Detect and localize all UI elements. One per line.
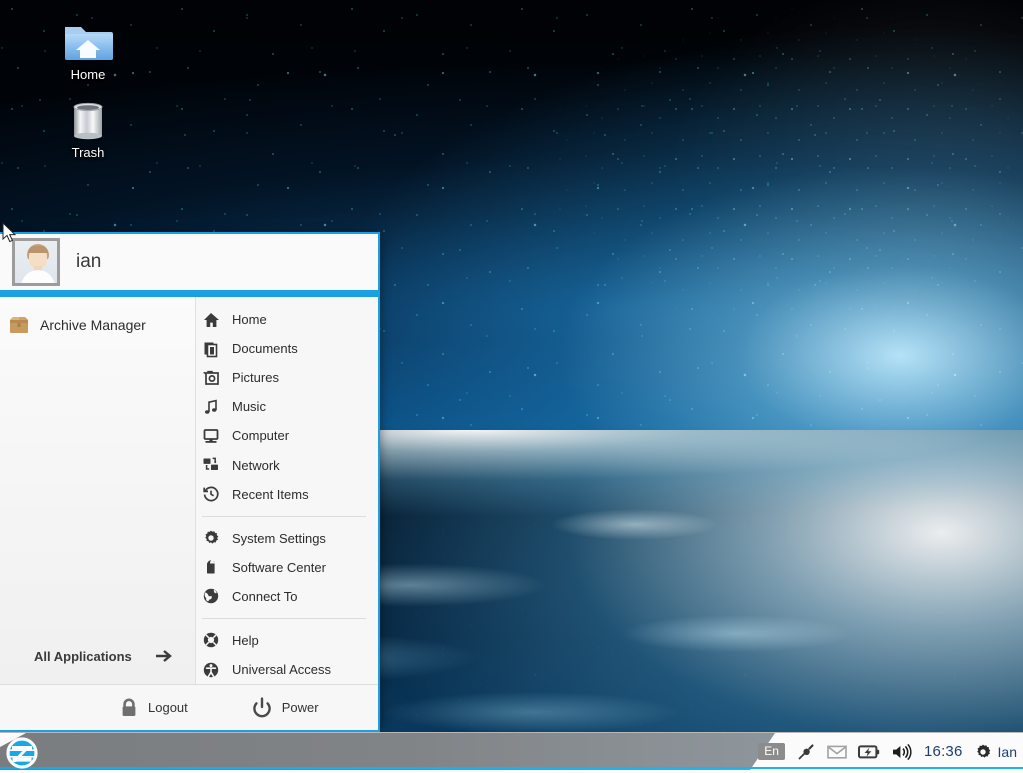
language-indicator[interactable]: En (758, 743, 785, 760)
place-item-software-center[interactable]: Software Center (196, 553, 378, 582)
computer-monitor-icon (202, 427, 220, 445)
zorin-logo-icon (6, 737, 38, 769)
place-item-label: Connect To (232, 589, 298, 604)
avatar[interactable] (12, 238, 60, 286)
place-item-universal-access[interactable]: Universal Access (196, 655, 378, 684)
trash-can-icon (63, 98, 113, 142)
menu-separator (202, 618, 366, 619)
gear-icon[interactable] (974, 743, 992, 761)
home-icon (202, 311, 220, 329)
gear-icon (202, 529, 220, 547)
place-item-computer[interactable]: Computer (196, 421, 378, 450)
place-item-connect-to[interactable]: Connect To (196, 582, 378, 611)
power-label: Power (282, 700, 319, 715)
place-item-label: Documents (232, 341, 298, 356)
accessibility-icon (202, 661, 220, 679)
bluetooth-pin-icon[interactable] (796, 742, 816, 762)
place-item-network[interactable]: Network (196, 450, 378, 479)
place-item-recent-items[interactable]: Recent Items (196, 480, 378, 509)
place-item-label: System Settings (232, 531, 326, 546)
user-menu-label[interactable]: Ian (998, 744, 1017, 760)
recent-clock-icon (202, 485, 220, 503)
place-item-system-settings[interactable]: System Settings (196, 524, 378, 553)
arrow-right-icon (155, 648, 173, 664)
menu-places-column: Home Documents (196, 297, 378, 684)
volume-speaker-icon[interactable] (891, 743, 913, 761)
place-item-label: Music (232, 399, 266, 414)
application-menu[interactable]: ian (0, 232, 380, 732)
place-item-home[interactable]: Home (196, 305, 378, 334)
favorites-list: Archive Manager (0, 297, 195, 636)
battery-charging-icon[interactable] (858, 744, 880, 760)
place-item-label: Computer (232, 428, 289, 443)
place-item-pictures[interactable]: Pictures (196, 363, 378, 392)
documents-icon (202, 340, 220, 358)
desktop-icon-label: Trash (72, 145, 105, 160)
life-ring-icon (202, 631, 220, 649)
menu-user-header[interactable]: ian (0, 234, 378, 290)
home-folder-icon (63, 20, 113, 64)
power-icon (250, 696, 274, 720)
favorite-item-archive-manager[interactable]: Archive Manager (0, 308, 195, 342)
padlock-icon (118, 697, 140, 719)
menu-accent-bar (0, 290, 378, 297)
place-item-label: Universal Access (232, 662, 331, 677)
place-item-label: Pictures (232, 370, 279, 385)
place-item-label: Help (232, 633, 259, 648)
place-item-help[interactable]: Help (196, 626, 378, 655)
power-button[interactable]: Power (250, 696, 319, 720)
taskbar[interactable]: En (0, 732, 1023, 773)
menu-footer: Logout Power (0, 684, 378, 730)
network-icon (202, 456, 220, 474)
place-item-music[interactable]: Music (196, 392, 378, 421)
desktop-icon-home[interactable]: Home (42, 20, 134, 82)
clock[interactable]: 16:36 (924, 743, 963, 760)
place-item-label: Home (232, 312, 267, 327)
desktop[interactable]: Home Trash (0, 0, 1023, 773)
mouse-cursor (2, 222, 18, 249)
place-item-documents[interactable]: Documents (196, 334, 378, 363)
logout-button[interactable]: Logout (118, 697, 188, 719)
favorite-item-label: Archive Manager (40, 317, 146, 333)
menu-separator (202, 516, 366, 517)
place-item-label: Network (232, 458, 280, 473)
menu-favorites-column: Archive Manager All Applications (0, 297, 196, 684)
pictures-icon (202, 369, 220, 387)
archive-box-icon (8, 314, 30, 336)
zorin-menu-button[interactable] (6, 737, 38, 769)
desktop-icon-label: Home (71, 67, 106, 82)
place-item-label: Recent Items (232, 487, 309, 502)
all-applications-button[interactable]: All Applications (0, 636, 195, 676)
software-bag-icon (202, 558, 220, 576)
globe-icon (202, 587, 220, 605)
all-applications-label: All Applications (34, 649, 132, 664)
music-note-icon (202, 398, 220, 416)
place-item-label: Software Center (232, 560, 326, 575)
system-tray[interactable]: En (758, 733, 1017, 770)
menu-body: Archive Manager All Applications (0, 297, 378, 684)
menu-username: ian (76, 251, 101, 273)
desktop-icon-trash[interactable]: Trash (42, 98, 134, 160)
mail-envelope-icon[interactable] (827, 744, 847, 760)
logout-label: Logout (148, 700, 188, 715)
